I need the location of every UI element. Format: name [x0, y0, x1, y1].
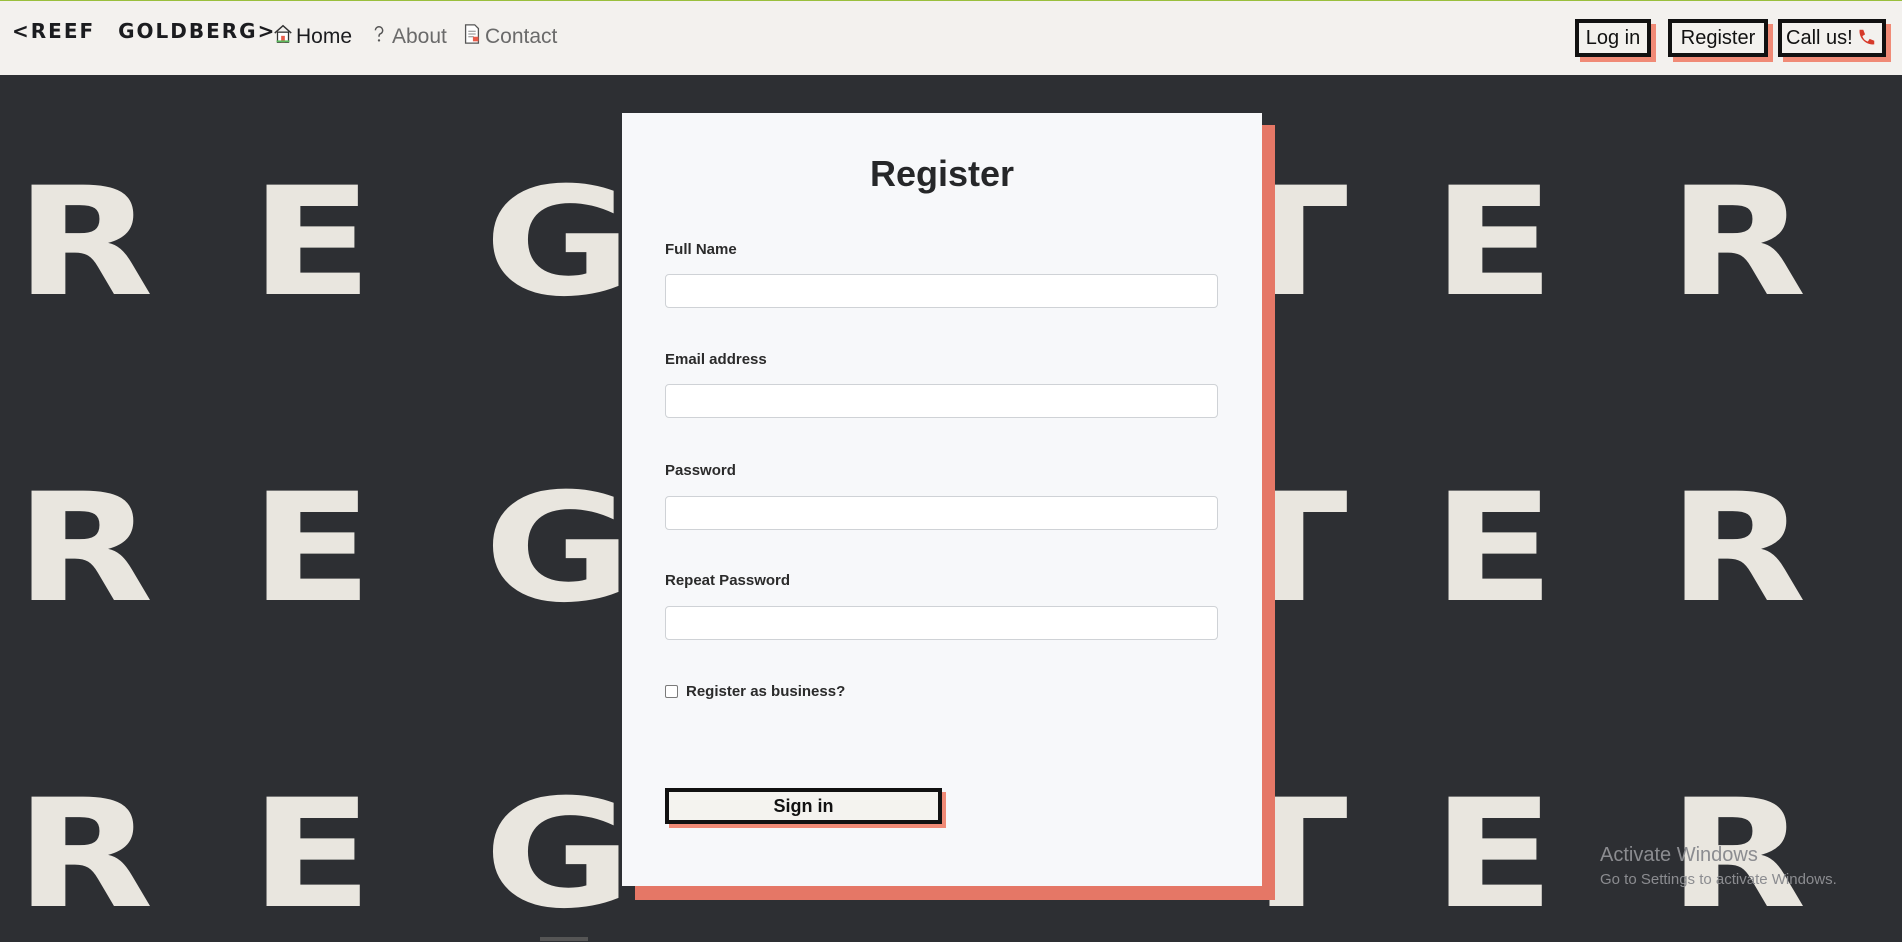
nav-home-label: Home: [296, 25, 353, 48]
bg-letter: E: [1432, 768, 1555, 942]
call-us-button[interactable]: Call us!: [1778, 19, 1886, 57]
nav-about-link[interactable]: About: [368, 23, 447, 51]
bg-letter: E: [250, 156, 373, 330]
bg-letter: G: [484, 462, 632, 636]
question-icon: [368, 23, 390, 51]
form-title: Register: [869, 153, 1015, 194]
business-checkbox-row[interactable]: Register as business?: [665, 683, 845, 700]
document-icon: [461, 23, 483, 51]
full-name-label: Full Name: [665, 241, 737, 258]
repeat-password-input[interactable]: [665, 606, 1218, 640]
full-name-input[interactable]: [665, 274, 1218, 308]
home-icon: [272, 23, 294, 51]
windows-activation-watermark: Activate Windows Go to Settings to activ…: [1600, 844, 1837, 888]
bg-letter: E: [250, 462, 373, 636]
bg-letter: R: [1668, 462, 1807, 636]
email-label: Email address: [665, 351, 767, 368]
horizontal-scrollbar-thumb[interactable]: [540, 937, 588, 941]
password-input[interactable]: [665, 496, 1218, 530]
top-navbar: <REEF GOLDBERG> Home About Contact Log i…: [0, 0, 1902, 75]
watermark-subtitle: Go to Settings to activate Windows.: [1600, 871, 1837, 888]
login-button[interactable]: Log in: [1575, 19, 1651, 57]
bg-letter: R: [15, 156, 154, 330]
register-button[interactable]: Register: [1668, 19, 1768, 57]
nav-home-link[interactable]: Home: [272, 23, 352, 51]
watermark-title: Activate Windows: [1600, 844, 1758, 866]
business-checkbox-label[interactable]: Register as business?: [686, 683, 845, 700]
bg-letter: R: [15, 768, 154, 942]
password-label: Password: [665, 462, 736, 479]
phone-icon: [1855, 27, 1877, 49]
bg-letter: E: [1432, 462, 1555, 636]
repeat-password-label: Repeat Password: [665, 572, 791, 589]
sign-in-button[interactable]: Sign in: [665, 788, 942, 824]
bg-letter: G: [484, 768, 632, 942]
bg-letter: R: [1668, 156, 1807, 330]
nav-contact-link[interactable]: Contact: [461, 23, 557, 51]
brand-logo[interactable]: <REEF GOLDBERG>: [12, 19, 276, 43]
email-input[interactable]: [665, 384, 1218, 418]
bg-letter: E: [250, 768, 373, 942]
call-us-label: Call us!: [1786, 26, 1853, 49]
nav-contact-label: Contact: [485, 25, 558, 48]
business-checkbox[interactable]: [665, 685, 678, 698]
bg-letter: E: [1432, 156, 1555, 330]
bg-letter: G: [484, 156, 632, 330]
register-form-card: Register Full Name Email address Passwor…: [622, 113, 1262, 886]
bg-letter: R: [15, 462, 154, 636]
nav-about-label: About: [392, 25, 447, 48]
